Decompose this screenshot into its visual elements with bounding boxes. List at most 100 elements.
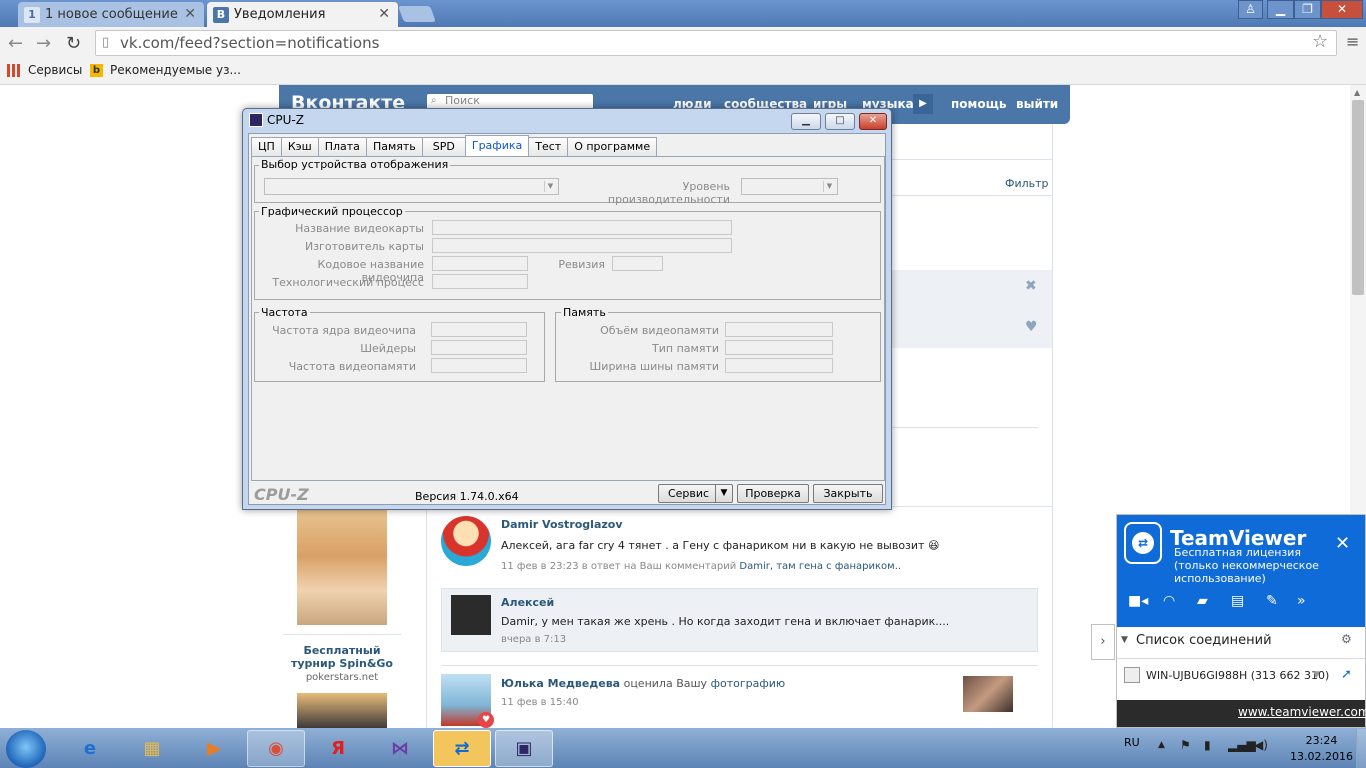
back-icon[interactable]: ← bbox=[8, 33, 23, 54]
video-icon[interactable]: ■◂ bbox=[1128, 593, 1148, 609]
post-author[interactable]: Алексей bbox=[501, 596, 554, 609]
expand-panel-icon[interactable]: › bbox=[1091, 624, 1115, 660]
play-icon[interactable]: ▶ bbox=[913, 94, 933, 114]
show-hidden-icons[interactable]: ▲ bbox=[1158, 740, 1165, 750]
scrollbar-thumb[interactable] bbox=[1352, 100, 1364, 295]
close-tab-icon[interactable]: ✕ bbox=[184, 6, 196, 22]
clock[interactable]: 23:24 13.02.2016 bbox=[1290, 733, 1353, 765]
explorer-icon[interactable]: ▦ bbox=[123, 730, 181, 767]
menu-icon[interactable]: ≡ bbox=[1346, 32, 1359, 51]
chevron-down-icon[interactable]: ▼ bbox=[1313, 670, 1320, 680]
shaders-field bbox=[431, 340, 527, 355]
language-indicator[interactable]: RU bbox=[1124, 736, 1140, 749]
more-icon[interactable]: » bbox=[1297, 593, 1306, 609]
tools-button[interactable]: Сервис ▼ bbox=[658, 484, 733, 503]
tab-notifications[interactable]: В Уведомления ✕ bbox=[207, 2, 398, 27]
minimize-button[interactable]: ▁ bbox=[791, 113, 821, 130]
chevron-down-icon: ▼ bbox=[544, 181, 556, 192]
bookmark-recommended[interactable]: b Рекомендуемые уз... bbox=[90, 63, 241, 77]
like-icon[interactable]: ♥ bbox=[1025, 319, 1038, 335]
photo-thumbnail[interactable] bbox=[963, 676, 1013, 712]
tab-cpu[interactable]: ЦП bbox=[251, 137, 282, 157]
tab-spd[interactable]: SPD bbox=[421, 137, 466, 157]
connection-item[interactable]: WIN-UJBU6GI988H (313 662 310) bbox=[1146, 669, 1329, 682]
avatar[interactable] bbox=[441, 516, 491, 566]
divider bbox=[441, 665, 1038, 666]
show-desktop-button[interactable] bbox=[1356, 729, 1366, 768]
chat-icon[interactable]: ▰ bbox=[1197, 593, 1208, 609]
tab-memory[interactable]: Память bbox=[365, 137, 423, 157]
chrome-icon[interactable]: ◉ bbox=[247, 730, 305, 767]
tab-label: 1 новое сообщение bbox=[45, 7, 178, 22]
gear-icon[interactable]: ⚙ bbox=[1341, 632, 1352, 646]
tools-icon[interactable]: ✎ bbox=[1266, 593, 1278, 609]
tools-label: Сервис bbox=[667, 487, 710, 500]
collapse-icon[interactable]: ▼ bbox=[1121, 635, 1128, 645]
heart-icon: ♥ bbox=[478, 712, 494, 728]
tab-graphics[interactable]: Графика bbox=[464, 135, 530, 156]
tab-cache[interactable]: Кэш bbox=[280, 137, 319, 157]
gpu-vendor-label: Изготовитель карты bbox=[304, 240, 424, 253]
maximize-button[interactable]: □ bbox=[825, 113, 855, 130]
close-icon[interactable]: ✕ bbox=[1335, 533, 1350, 554]
ad-site[interactable]: pokerstars.net bbox=[283, 672, 401, 683]
volume-icon[interactable]: ◀) bbox=[1254, 738, 1268, 752]
photo-link[interactable]: фотографию bbox=[711, 677, 786, 690]
cpuz-icon[interactable]: ▣ bbox=[495, 730, 553, 767]
post-author[interactable]: Damir Vostroglazov bbox=[501, 518, 623, 531]
ad-image[interactable] bbox=[297, 693, 387, 728]
close-button[interactable]: ✕ bbox=[859, 113, 887, 130]
reply-link[interactable]: Damir, там гена с фанариком.. bbox=[739, 561, 901, 572]
headset-icon[interactable]: ◠ bbox=[1163, 593, 1175, 609]
media-player-icon[interactable]: ▶ bbox=[185, 730, 243, 767]
address-bar[interactable]: ▯ vk.com/feed?section=notifications bbox=[95, 30, 1337, 56]
new-tab-button[interactable] bbox=[398, 6, 436, 22]
tab-messages[interactable]: 1 1 новое сообщение ✕ bbox=[18, 2, 204, 27]
ie-icon[interactable]: e bbox=[61, 730, 119, 767]
vk-nav-help[interactable]: помощь bbox=[951, 97, 1006, 111]
version-label: Версия 1.74.0.x64 bbox=[415, 490, 519, 503]
chevron-down-icon[interactable]: ▼ bbox=[715, 485, 732, 502]
memory-size-field bbox=[725, 322, 833, 337]
cpuz-app-icon bbox=[249, 113, 263, 127]
close-app-button[interactable]: Закрыть bbox=[813, 484, 883, 503]
validate-button[interactable]: Проверка bbox=[737, 484, 809, 503]
network-icon[interactable]: ▂▄▆ bbox=[1228, 738, 1256, 752]
visual-studio-icon[interactable]: ⋈ bbox=[371, 730, 429, 767]
yandex-icon[interactable]: Я bbox=[309, 730, 367, 767]
bookmark-label: Рекомендуемые уз... bbox=[110, 63, 241, 77]
files-icon[interactable]: ▤ bbox=[1231, 593, 1244, 609]
forward-icon[interactable]: → bbox=[36, 33, 51, 54]
user-icon[interactable]: ♙ bbox=[1238, 0, 1263, 19]
restore-button[interactable]: ❐ bbox=[1294, 0, 1321, 19]
connect-icon[interactable]: ➚ bbox=[1341, 667, 1352, 682]
bookmark-services[interactable]: Сервисы bbox=[7, 63, 82, 77]
core-clock-label: Частота ядра видеочипа bbox=[272, 324, 416, 337]
filter-link[interactable]: Фильтр bbox=[1005, 177, 1049, 190]
scroll-up-icon[interactable]: ▲ bbox=[1354, 88, 1360, 97]
avatar[interactable] bbox=[451, 595, 491, 635]
post-author[interactable]: Юлька Медведева bbox=[501, 677, 620, 690]
vk-nav-logout[interactable]: выйти bbox=[1016, 97, 1058, 111]
close-tab-icon[interactable]: ✕ bbox=[378, 6, 390, 22]
tab-bench[interactable]: Тест bbox=[528, 137, 569, 157]
dismiss-icon[interactable]: ✖ bbox=[1025, 278, 1037, 294]
flag-icon[interactable]: ⚑ bbox=[1180, 738, 1191, 752]
core-clock-field bbox=[431, 322, 527, 337]
perf-level-select[interactable]: ▼ bbox=[741, 178, 838, 195]
device-icon[interactable]: ▮ bbox=[1204, 738, 1211, 752]
minimize-button[interactable]: ▁ bbox=[1267, 0, 1294, 19]
display-device-select[interactable]: ▼ bbox=[264, 178, 559, 195]
star-icon[interactable]: ☆ bbox=[1312, 31, 1328, 52]
tab-mainboard[interactable]: Плата bbox=[317, 137, 367, 157]
memory-clock-field bbox=[431, 358, 527, 373]
ad-title[interactable]: Бесплатный турнир Spin&Go bbox=[283, 644, 401, 670]
teamviewer-link[interactable]: www.teamviewer.com bbox=[1238, 705, 1366, 719]
tab-about[interactable]: О программе bbox=[567, 137, 658, 157]
start-button[interactable] bbox=[6, 730, 46, 768]
profile-photo[interactable] bbox=[297, 510, 387, 625]
close-window-button[interactable]: ✕ bbox=[1321, 0, 1363, 19]
reload-icon[interactable]: ↻ bbox=[66, 33, 81, 54]
teamviewer-icon[interactable]: ⇄ bbox=[433, 730, 491, 767]
emoji-icon: 😆 bbox=[927, 539, 940, 552]
